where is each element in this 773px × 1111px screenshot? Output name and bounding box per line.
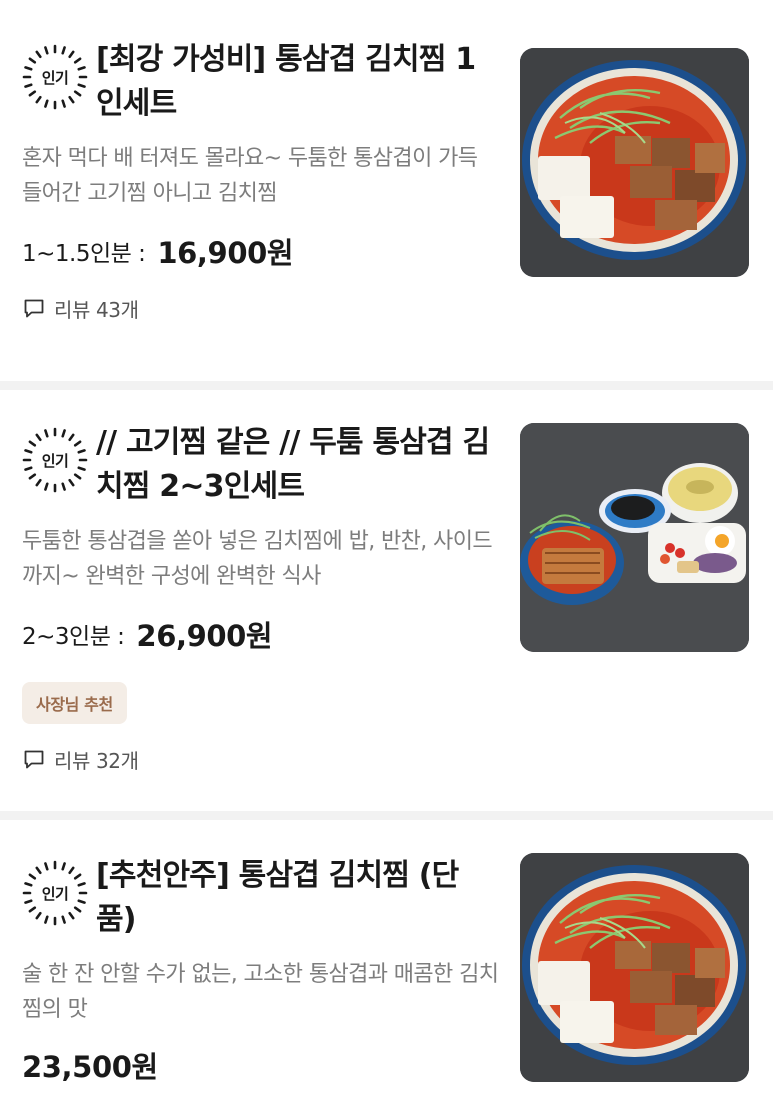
review-count: 리뷰 43개 — [54, 297, 139, 322]
menu-list: 인기 [최강 가성비] 통삼겹 김치찜 1인세트 혼자 먹다 배 터져도 몰라요… — [0, 0, 773, 1111]
kimchi-jjim-bowl-photo — [520, 48, 749, 277]
price: 16,900원 — [157, 236, 294, 270]
popular-badge-label: 인기 — [41, 451, 69, 470]
popular-badge: 인기 — [22, 860, 88, 926]
kimchi-jjim-bowl-photo — [520, 853, 749, 1082]
speech-bubble-icon — [24, 299, 44, 318]
menu-photo[interactable] — [520, 48, 749, 277]
menu-description: 술 한 잔 안할 수가 없는, 고소한 통삼겹과 매콤한 김치찜의 맛 — [22, 962, 499, 1022]
speech-bubble-icon — [24, 750, 44, 769]
menu-item[interactable]: 인기 [추천안주] 통삼겹 김치찜 (단품) 술 한 잔 안할 수가 없는, 고… — [0, 820, 773, 1111]
serving-size-label: 2~3인분 : — [22, 624, 125, 650]
owner-recommend-tag: 사장님 추천 — [22, 682, 127, 724]
review-link[interactable]: 리뷰 32개 — [22, 744, 751, 774]
menu-item-header: 인기 // 고기찜 같은 // 두툼 통삼겹 김치찜 2~3인세트 — [22, 425, 497, 509]
popular-badge: 인기 — [22, 427, 88, 493]
popular-badge-label: 인기 — [41, 884, 69, 903]
price: 26,900원 — [136, 619, 273, 653]
menu-title[interactable]: [추천안주] 통삼겹 김치찜 (단품) — [96, 854, 496, 942]
popular-badge: 인기 — [22, 44, 88, 110]
section-divider — [0, 811, 773, 820]
menu-item[interactable]: 인기 // 고기찜 같은 // 두툼 통삼겹 김치찜 2~3인세트 두툼한 통삼… — [0, 390, 773, 811]
menu-item-header: 인기 [최강 가성비] 통삼겹 김치찜 1인세트 — [22, 42, 497, 126]
popular-badge-label: 인기 — [41, 68, 69, 87]
menu-photo[interactable] — [520, 853, 749, 1082]
menu-title[interactable]: [최강 가성비] 통삼겹 김치찜 1인세트 — [96, 38, 496, 126]
menu-item[interactable]: 인기 [최강 가성비] 통삼겹 김치찜 1인세트 혼자 먹다 배 터져도 몰라요… — [0, 0, 773, 381]
menu-photo[interactable] — [520, 423, 749, 652]
review-count: 리뷰 32개 — [54, 748, 139, 773]
price: 23,500원 — [22, 1050, 158, 1084]
menu-description: 혼자 먹다 배 터져도 몰라요~ 두툼한 통삼겹이 가득 들어간 고기찜 아니고… — [22, 146, 478, 206]
review-link[interactable]: 리뷰 43개 — [22, 293, 751, 323]
serving-size-label: 1~1.5인분 : — [22, 241, 146, 267]
menu-description: 두툼한 통삼겹을 쏟아 넣은 김치찜에 밥, 반찬, 사이드까지~ 완벽한 구성… — [22, 529, 493, 589]
menu-item-header: 인기 [추천안주] 통삼겹 김치찜 (단품) — [22, 858, 497, 942]
kimchi-jjim-set-photo — [520, 423, 749, 652]
menu-title[interactable]: // 고기찜 같은 // 두툼 통삼겹 김치찜 2~3인세트 — [96, 421, 496, 509]
section-divider — [0, 381, 773, 390]
